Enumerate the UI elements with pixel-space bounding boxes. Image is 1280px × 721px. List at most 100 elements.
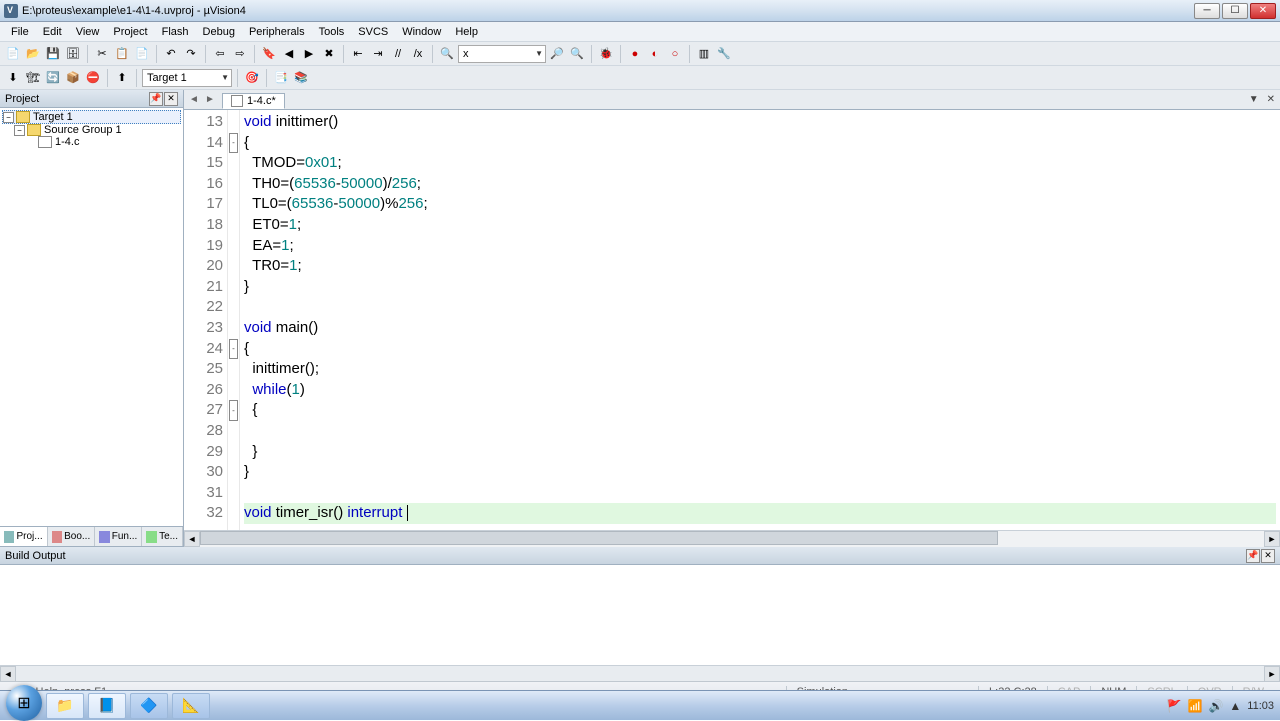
minimize-button[interactable]: ─ — [1194, 3, 1220, 19]
code-editor[interactable]: 1314151617181920212223242526272829303132… — [184, 110, 1280, 530]
tree-node-target[interactable]: − Target 1 — [2, 110, 181, 124]
menu-edit[interactable]: Edit — [36, 24, 69, 40]
scroll-left-icon[interactable]: ◄ — [0, 666, 16, 682]
editor-horizontal-scrollbar[interactable]: ◄ ► — [184, 530, 1280, 546]
indent-right-icon[interactable]: ⇥ — [369, 45, 387, 63]
menu-tools[interactable]: Tools — [312, 24, 352, 40]
close-button[interactable]: ✕ — [1250, 3, 1276, 19]
tray-arrow-icon[interactable]: ▲ — [1229, 699, 1241, 713]
tab-nav-left-icon[interactable]: ◄ — [186, 92, 202, 108]
tree-toggle-icon[interactable]: − — [14, 125, 25, 136]
scroll-track[interactable] — [200, 531, 1264, 547]
redo-icon[interactable]: ↷ — [182, 45, 200, 63]
taskbar-item-app[interactable]: 📘 — [88, 693, 126, 719]
separator — [156, 45, 157, 63]
rebuild-icon[interactable]: 🔄 — [44, 69, 62, 87]
tab-close-icon[interactable]: ✕ — [1264, 94, 1278, 105]
tree-toggle-icon[interactable]: − — [3, 112, 14, 123]
save-file-icon[interactable]: 💾 — [44, 45, 62, 63]
nav-fwd-icon[interactable]: ⇨ — [231, 45, 249, 63]
breakpoint-enable-icon[interactable]: ◐ — [646, 45, 664, 63]
target-options-icon[interactable]: 🎯 — [243, 69, 261, 87]
uncomment-icon[interactable]: /x — [409, 45, 427, 63]
fold-toggle-icon[interactable]: - — [229, 400, 238, 421]
menu-svcs[interactable]: SVCS — [351, 24, 395, 40]
panel-close-icon[interactable]: ✕ — [1261, 549, 1275, 563]
cut-icon[interactable]: ✂ — [93, 45, 111, 63]
build-icon[interactable]: 🏗 — [24, 69, 42, 87]
bookmark-prev-icon[interactable]: ◀ — [280, 45, 298, 63]
menu-flash[interactable]: Flash — [155, 24, 196, 40]
tree-node-file[interactable]: 1-4.c — [2, 136, 181, 148]
build-output-body[interactable] — [0, 565, 1280, 665]
find-in-files-icon[interactable]: 🔎 — [548, 45, 566, 63]
menu-help[interactable]: Help — [448, 24, 485, 40]
translate-icon[interactable]: ⬇ — [4, 69, 22, 87]
paste-icon[interactable]: 📄 — [133, 45, 151, 63]
undo-icon[interactable]: ↶ — [162, 45, 180, 63]
tab-nav-right-icon[interactable]: ► — [202, 92, 218, 108]
file-tab[interactable]: 1-4.c* — [222, 93, 285, 109]
taskbar-item-uvision[interactable]: 📐 — [172, 693, 210, 719]
panel-pin-icon[interactable]: 📌 — [1246, 549, 1260, 563]
file-tab-icon — [231, 95, 243, 107]
configure-icon[interactable]: 🔧 — [715, 45, 733, 63]
tree-node-group[interactable]: − Source Group 1 — [2, 124, 181, 136]
debug-icon[interactable]: 🐞 — [597, 45, 615, 63]
scroll-left-icon[interactable]: ◄ — [184, 531, 200, 547]
build-output-scrollbar[interactable]: ◄ ► — [0, 665, 1280, 681]
bookmark-icon[interactable]: 🔖 — [260, 45, 278, 63]
new-file-icon[interactable]: 📄 — [4, 45, 22, 63]
tray-network-icon[interactable]: 📶 — [1187, 699, 1202, 713]
tab-project[interactable]: Proj... — [0, 527, 48, 546]
indent-left-icon[interactable]: ⇤ — [349, 45, 367, 63]
fold-toggle-icon[interactable]: - — [229, 339, 238, 360]
manage-icon[interactable]: 📚 — [292, 69, 310, 87]
comment-icon[interactable]: // — [389, 45, 407, 63]
maximize-button[interactable]: ☐ — [1222, 3, 1248, 19]
menu-project[interactable]: Project — [106, 24, 154, 40]
batch-build-icon[interactable]: 📦 — [64, 69, 82, 87]
save-all-icon[interactable]: 🗄 — [64, 45, 82, 63]
taskbar-item-proteus[interactable]: 🔷 — [130, 693, 168, 719]
tray-clock[interactable]: 11:03 — [1247, 700, 1274, 712]
fold-toggle-icon[interactable]: - — [229, 133, 238, 154]
tab-dropdown-icon[interactable]: ▼ — [1246, 94, 1262, 105]
tray-flag-icon[interactable]: 🚩 — [1167, 699, 1182, 713]
menu-peripherals[interactable]: Peripherals — [242, 24, 312, 40]
bookmark-next-icon[interactable]: ▶ — [300, 45, 318, 63]
fold-column[interactable]: - - - — [228, 110, 240, 530]
menu-view[interactable]: View — [69, 24, 107, 40]
scroll-right-icon[interactable]: ► — [1264, 666, 1280, 682]
find-icon[interactable]: 🔍 — [438, 45, 456, 63]
project-tree[interactable]: − Target 1 − Source Group 1 1-4.c — [0, 108, 183, 526]
incremental-find-icon[interactable]: 🔍 — [568, 45, 586, 63]
taskbar-item-explorer[interactable]: 📁 — [46, 693, 84, 719]
copy-icon[interactable]: 📋 — [113, 45, 131, 63]
stop-build-icon[interactable]: ⛔ — [84, 69, 102, 87]
start-button[interactable]: ⊞ — [6, 685, 42, 721]
window-icon[interactable]: ▥ — [695, 45, 713, 63]
tab-templates[interactable]: Te... — [142, 527, 183, 546]
menu-file[interactable]: File — [4, 24, 36, 40]
bookmark-clear-icon[interactable]: ✖ — [320, 45, 338, 63]
main-area: Project 📌 ✕ − Target 1 − Source Group 1 — [0, 90, 1280, 546]
breakpoint-disable-icon[interactable]: ○ — [666, 45, 684, 63]
menu-window[interactable]: Window — [395, 24, 448, 40]
nav-back-icon[interactable]: ⇦ — [211, 45, 229, 63]
target-combo[interactable]: Target 1 — [142, 69, 232, 87]
breakpoint-insert-icon[interactable]: ● — [626, 45, 644, 63]
panel-close-icon[interactable]: ✕ — [164, 92, 178, 106]
panel-pin-icon[interactable]: 📌 — [149, 92, 163, 106]
tab-books[interactable]: Boo... — [48, 527, 96, 546]
code-lines[interactable]: void inittimer(){ TMOD=0x01; TH0=(65536-… — [240, 110, 1280, 530]
file-ext-icon[interactable]: 📑 — [272, 69, 290, 87]
find-combo[interactable]: x — [458, 45, 546, 63]
tray-volume-icon[interactable]: 🔊 — [1208, 699, 1223, 713]
download-icon[interactable]: ⬆ — [113, 69, 131, 87]
open-file-icon[interactable]: 📂 — [24, 45, 42, 63]
scroll-right-icon[interactable]: ► — [1264, 531, 1280, 547]
scroll-thumb[interactable] — [200, 531, 998, 545]
menu-debug[interactable]: Debug — [196, 24, 242, 40]
tab-functions[interactable]: Fun... — [95, 527, 142, 546]
